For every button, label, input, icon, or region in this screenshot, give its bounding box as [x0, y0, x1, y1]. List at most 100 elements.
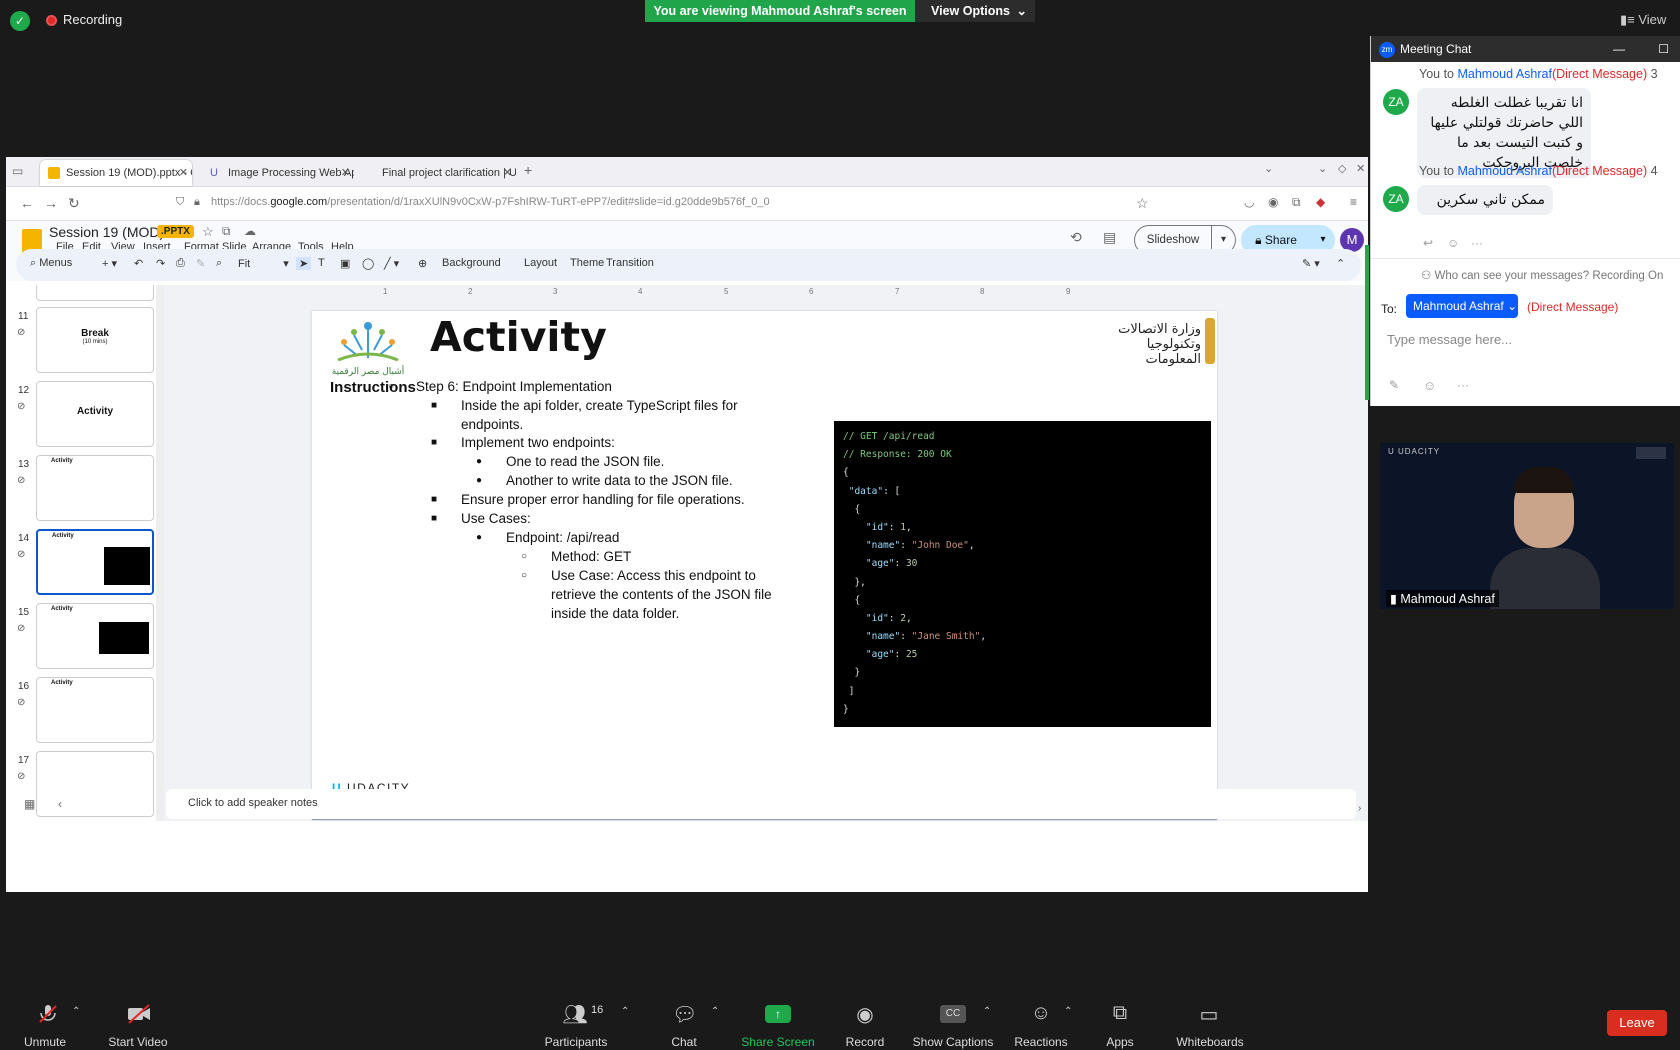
video-off-icon[interactable]	[124, 1002, 154, 1032]
tracking-shield-icon[interactable]: ⛉	[176, 196, 184, 209]
select-tool-icon[interactable]: ➤	[296, 257, 312, 270]
lock-icon[interactable]: 🔒︎	[194, 196, 200, 209]
audio-options-icon[interactable]: ⌃	[72, 1006, 80, 1017]
version-history-icon[interactable]: ⟲	[1070, 229, 1082, 246]
slide-thumbnail-12[interactable]: Activity	[36, 381, 154, 447]
bookmark-star-icon[interactable]: ☆	[1136, 195, 1149, 212]
slide-thumbnail-13[interactable]: Activity	[36, 455, 154, 521]
menu-hamburger-icon[interactable]: ≡	[1350, 195, 1357, 209]
participants-options-icon[interactable]: ⌃	[621, 1006, 629, 1017]
doc-title[interactable]: Session 19 (MOD)	[49, 224, 164, 240]
tab-list-icon[interactable]: ▭	[12, 164, 23, 178]
chat-message[interactable]: ممكن تاني سكرين	[1417, 185, 1553, 215]
chat-label[interactable]: Chat	[668, 1035, 700, 1049]
grid-view-icon[interactable]: ▦	[24, 797, 35, 811]
more-options-icon[interactable]: ···	[1471, 236, 1483, 250]
participants-label[interactable]: Participants	[542, 1035, 610, 1049]
cloud-status-icon[interactable]: ☁	[244, 224, 256, 238]
share-screen-icon[interactable]: ↑	[765, 1005, 791, 1023]
tab-image-processing[interactable]: U Image Processing Web Ap ✕	[202, 160, 354, 186]
minimize-icon[interactable]: —	[1613, 36, 1625, 62]
captions-label[interactable]: Show Captions	[912, 1035, 994, 1049]
slide-thumbnail-15[interactable]: Activity	[36, 603, 154, 669]
side-panel-toggle-icon[interactable]: ›	[1358, 803, 1361, 814]
leave-button[interactable]: Leave	[1607, 1010, 1667, 1036]
close-tab-icon[interactable]: ✕	[503, 160, 512, 186]
chat-resize-handle[interactable]	[1365, 245, 1369, 400]
share-screen-label[interactable]: Share Screen	[740, 1035, 816, 1049]
redo-icon[interactable]: ↷	[156, 257, 165, 270]
more-options-icon[interactable]: ···	[1457, 378, 1469, 392]
transition-button[interactable]: Transition	[606, 257, 654, 269]
chat-options-icon[interactable]: ⌃	[711, 1006, 719, 1017]
textbox-icon[interactable]: T	[318, 257, 325, 269]
line-icon[interactable]: ╱ ▾	[384, 257, 399, 270]
message-input[interactable]: Type message here...	[1387, 332, 1512, 347]
new-tab-icon[interactable]: +	[524, 162, 532, 178]
collapse-toolbar-icon[interactable]: ⌃	[1336, 257, 1345, 270]
reactions-label[interactable]: Reactions	[1014, 1035, 1068, 1049]
apps-icon[interactable]: ⧉	[1108, 1002, 1132, 1025]
back-icon[interactable]: ←	[20, 195, 34, 211]
undo-icon[interactable]: ↶	[134, 257, 143, 270]
captions-icon[interactable]: CC	[940, 1005, 966, 1023]
zoom-icon[interactable]: ⌕	[216, 257, 222, 270]
emoji-icon[interactable]: ☺	[1423, 378, 1436, 393]
comments-icon[interactable]: ▤	[1103, 229, 1116, 246]
reactions-options-icon[interactable]: ⌃	[1064, 1006, 1072, 1017]
layout-button[interactable]: Layout	[524, 257, 557, 269]
participants-icon[interactable]: 👥︎	[560, 1002, 590, 1027]
participant-video[interactable]: U UDACITY	[1380, 443, 1674, 609]
record-label[interactable]: Record	[845, 1035, 885, 1049]
muted-mic-icon[interactable]	[34, 1002, 62, 1032]
minimize-icon[interactable]: ⌄	[1318, 162, 1327, 175]
restore-icon[interactable]: ◇	[1338, 162, 1346, 175]
popout-icon[interactable]: ☐	[1658, 36, 1669, 62]
chat-icon[interactable]: 💬︎	[672, 1002, 697, 1027]
slide-thumbnail-16[interactable]: Activity	[36, 677, 154, 743]
url-field[interactable]: https://docs.google.com/presentation/d/1…	[211, 196, 770, 208]
slide-thumbnail-17[interactable]	[36, 751, 154, 817]
search-menus-button[interactable]: ⌕ Menus	[30, 257, 72, 270]
extensions-icon[interactable]: ⧉	[1292, 195, 1301, 210]
record-icon[interactable]: ◉	[853, 1002, 877, 1027]
view-options-button[interactable]: View Options ⌄	[915, 0, 1035, 22]
account-icon[interactable]: ◉	[1268, 195, 1278, 209]
new-slide-icon[interactable]: + ▾	[102, 257, 117, 270]
image-icon[interactable]: ▣	[340, 257, 350, 270]
theme-button[interactable]: Theme	[570, 257, 604, 269]
view-button[interactable]: ▮≡ View	[1620, 12, 1666, 28]
start-video-label[interactable]: Start Video	[102, 1035, 174, 1049]
whiteboard-icon[interactable]: ▭	[1196, 1002, 1222, 1027]
comment-add-icon[interactable]: ⊕	[418, 257, 427, 270]
slide-thumbnail[interactable]	[36, 285, 154, 301]
recipient-select[interactable]: Mahmoud Ashraf ⌄	[1406, 294, 1518, 318]
speaker-notes[interactable]	[166, 789, 1356, 819]
zoom-select[interactable]: Fit ▾	[238, 257, 289, 270]
shape-icon[interactable]: ◯	[362, 257, 374, 270]
print-icon[interactable]: ⎙	[176, 257, 185, 270]
reply-icon[interactable]: ↩	[1423, 236, 1433, 250]
move-folder-icon[interactable]: ⧉	[222, 224, 231, 239]
format-icon[interactable]: ✎	[1389, 378, 1399, 392]
security-shield-icon[interactable]: ✓	[10, 11, 30, 31]
close-window-icon[interactable]: ✕	[1356, 162, 1365, 175]
reactions-icon[interactable]: ☺	[1028, 1002, 1054, 1025]
tab-overflow-icon[interactable]: ⌄	[1264, 162, 1273, 175]
tab-session19[interactable]: Session 19 (MOD).pptx - G ✕	[40, 160, 192, 186]
tab-final-project[interactable]: Final project clarification | Ud ✕	[356, 160, 516, 186]
reload-icon[interactable]: ↻	[68, 195, 80, 212]
background-button[interactable]: Background	[442, 257, 501, 269]
forward-icon[interactable]: →	[44, 195, 58, 211]
whiteboards-label[interactable]: Whiteboards	[1174, 1035, 1246, 1049]
paint-format-icon[interactable]: ✎	[196, 257, 205, 270]
close-tab-icon[interactable]: ✕	[341, 160, 350, 186]
collapse-filmstrip-icon[interactable]: ‹	[58, 797, 62, 811]
who-can-see-link[interactable]: ⚇ Who can see your messages? Recording O…	[1421, 268, 1663, 282]
apps-label[interactable]: Apps	[1104, 1035, 1136, 1049]
slide-thumbnail-14[interactable]: Activity	[36, 529, 154, 595]
pocket-icon[interactable]: ◡	[1244, 195, 1254, 209]
close-tab-icon[interactable]: ✕	[179, 160, 188, 186]
unmute-label[interactable]: Unmute	[20, 1035, 70, 1049]
slide-thumbnail-11[interactable]: Break (10 mins)	[36, 307, 154, 373]
